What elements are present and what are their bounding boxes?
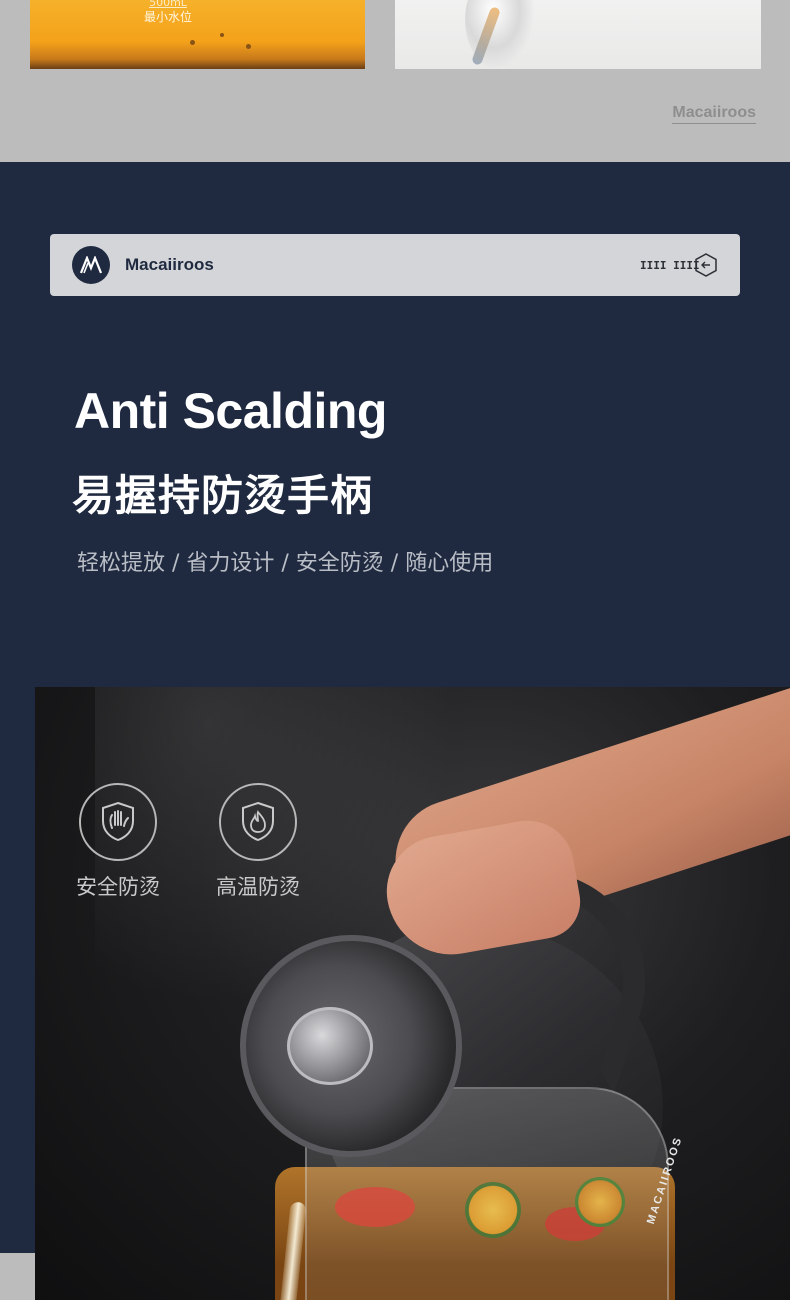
header-marks: IIII IIII <box>640 259 700 272</box>
water-level-photo: 500mL 最小水位 <box>30 0 365 69</box>
bubble <box>190 40 195 45</box>
feature-ring <box>79 783 157 861</box>
brand-logo-icon <box>72 246 110 284</box>
feature-safe-anti-scald: 安全防烫 <box>63 783 173 901</box>
feature-label: 高温防烫 <box>216 875 300 899</box>
flame-shield-icon <box>242 801 274 841</box>
feature-high-temp-anti-scald: 高温防烫 <box>203 783 313 901</box>
brand-header-bar: Macaiiroos IIII IIII <box>50 234 740 296</box>
brand-name: Macaiiroos <box>125 255 214 274</box>
feature-ring <box>219 783 297 861</box>
bubble <box>246 44 251 49</box>
min-water-level-text: 最小水位 <box>143 10 192 24</box>
splash-photo <box>395 0 761 69</box>
title-chinese: 易握持防烫手柄 <box>72 471 374 520</box>
left-gray-strip <box>0 1253 36 1300</box>
lid-knob <box>287 1007 373 1085</box>
kettle-product-photo: 安全防烫 高温防烫 MACAIIROOS <box>35 687 790 1300</box>
hexagon-arrow-icon <box>695 253 717 277</box>
hand-shield-icon <box>102 801 134 841</box>
water-level-caption: 500mL 最小水位 <box>138 0 198 24</box>
bubble <box>220 33 224 37</box>
min-volume-label: 500mL <box>149 0 187 9</box>
top-gallery-band: 500mL 最小水位 Macaiiroos <box>0 0 790 162</box>
feature-subtitle: 轻松提放 / 省力设计 / 安全防烫 / 随心使用 <box>77 551 494 576</box>
brand-watermark: Macaiiroos <box>672 104 756 124</box>
title-english: Anti Scalding <box>74 383 387 439</box>
feature-label: 安全防烫 <box>76 875 160 899</box>
